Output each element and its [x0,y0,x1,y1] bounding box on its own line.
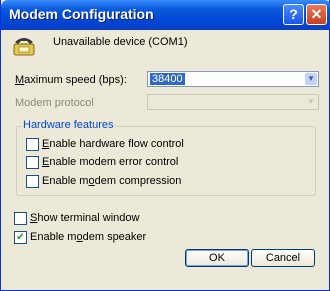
close-button[interactable]: ✕ [306,4,327,25]
device-name: Unavailable device (COM1) [53,36,188,48]
telephone-modem-icon [13,38,35,56]
checkbox-box[interactable] [26,138,39,151]
checkbox-box[interactable] [26,156,39,169]
checkbox-box[interactable] [14,212,27,225]
title-bar[interactable]: Modem Configuration ? ✕ [1,0,330,30]
checkbox-box[interactable] [26,175,39,188]
window-title: Modem Configuration [9,6,154,22]
ok-button[interactable]: OK [185,249,249,267]
modem-protocol-label: Modem protocol [15,97,94,109]
hardware-features-title: Hardware features [21,119,116,131]
checkbox-label: Enable modem compression [42,175,182,187]
max-speed-value: 38400 [150,73,185,85]
chevron-down-icon[interactable]: ▼ [305,73,317,85]
checkbox-checked[interactable]: ✔ [14,231,27,244]
help-button[interactable]: ? [283,4,304,25]
checkbox-label: Enable modem error control [42,156,179,168]
modem-configuration-dialog: Modem Configuration ? ✕ Unavailable devi… [0,0,330,291]
checkbox-label: Enable modem speaker [30,231,147,243]
cancel-button[interactable]: Cancel [251,249,315,267]
chevron-down-icon: ▼ [305,96,317,108]
checkbox-label: Show terminal window [30,212,140,224]
max-speed-label: Maximum speed (bps): [15,74,127,86]
max-speed-select[interactable]: 38400 ▼ [147,71,319,87]
checkbox-label: Enable hardware flow control [42,138,184,150]
modem-protocol-select[interactable]: ▼ [147,94,319,110]
